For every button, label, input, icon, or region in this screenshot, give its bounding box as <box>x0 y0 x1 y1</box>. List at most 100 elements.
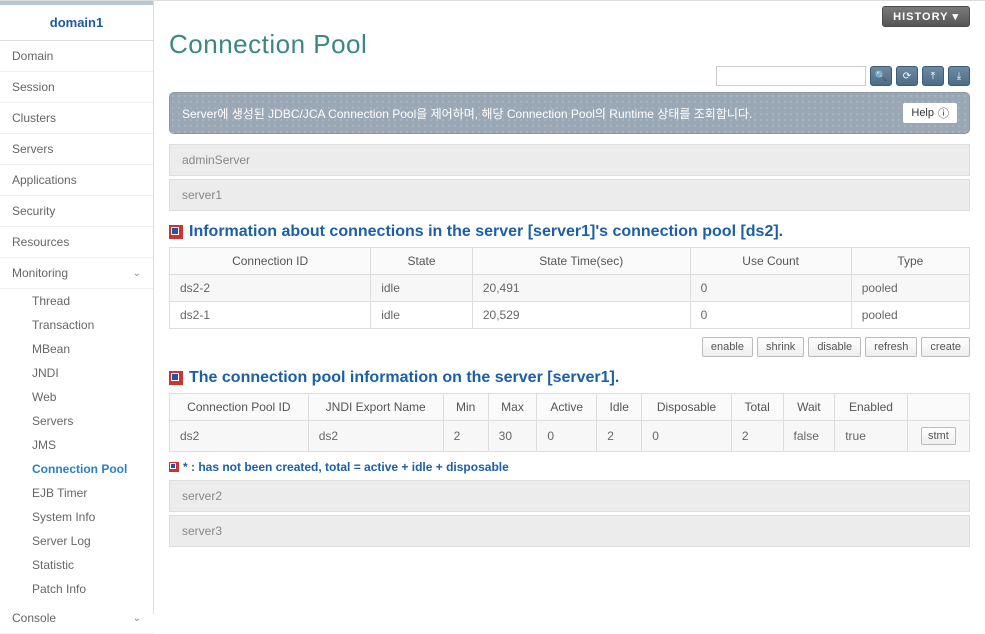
pool-info-table: Connection Pool IDJNDI Export NameMinMax… <box>169 393 970 452</box>
shrink-button[interactable]: shrink <box>757 337 804 357</box>
nav-item-security[interactable]: Security <box>0 196 153 227</box>
cell: 0 <box>537 421 597 452</box>
flag-icon <box>169 225 183 239</box>
nav-sub-ejb-timer[interactable]: EJB Timer <box>24 481 153 505</box>
nav-sub-system-info[interactable]: System Info <box>24 505 153 529</box>
nav-item-resources[interactable]: Resources <box>0 227 153 258</box>
col-header: Use Count <box>690 248 851 275</box>
nav-item-servers[interactable]: Servers <box>0 134 153 165</box>
history-button[interactable]: HISTORY ▾ <box>882 6 970 27</box>
refresh-icon[interactable]: ⟳ <box>896 66 918 86</box>
flag-icon <box>169 462 179 472</box>
col-header: Type <box>851 248 969 275</box>
servers-bottom-list: server2server3 <box>169 480 970 547</box>
nav-sub-statistic[interactable]: Statistic <box>24 553 153 577</box>
cell: 2 <box>443 421 488 452</box>
cell: true <box>835 421 908 452</box>
connections-table: Connection IDStateState Time(sec)Use Cou… <box>169 247 970 329</box>
nav-sub-mbean[interactable]: MBean <box>24 337 153 361</box>
server-row-adminServer[interactable]: adminServer <box>169 144 970 176</box>
section2-title-row: The connection pool information on the s… <box>169 369 970 387</box>
col-header: Connection ID <box>170 248 371 275</box>
col-header: State <box>371 248 473 275</box>
nav-console-label: Console <box>12 611 56 625</box>
nav-sub-server-log[interactable]: Server Log <box>24 529 153 553</box>
nav-monitoring[interactable]: Monitoring ⌄ <box>0 258 153 289</box>
col-header: Active <box>537 394 597 421</box>
refresh-button[interactable]: refresh <box>865 337 917 357</box>
action-row: enableshrinkdisablerefreshcreate <box>169 337 970 357</box>
col-header: Enabled <box>835 394 908 421</box>
table-row[interactable]: ds2-1idle20,5290pooled <box>170 302 970 329</box>
cell: 0 <box>642 421 732 452</box>
nav-item-applications[interactable]: Applications <box>0 165 153 196</box>
nav-sub-connection-pool[interactable]: Connection Pool <box>24 457 153 481</box>
disable-button[interactable]: disable <box>808 337 861 357</box>
note-text: * : has not been created, total = active… <box>183 460 509 474</box>
help-button[interactable]: Help ⓘ <box>903 103 957 123</box>
table-row[interactable]: ds2ds22300202falsetruestmt <box>170 421 970 452</box>
servers-top-list: adminServerserver1 <box>169 144 970 211</box>
search-row: 🔍 ⟳ ⤒ ⤓ <box>169 66 970 86</box>
stmt-button[interactable]: stmt <box>921 427 956 445</box>
description-banner: Server에 생성된 JDBC/JCA Connection Pool을 제어… <box>169 92 970 134</box>
cell: pooled <box>851 275 969 302</box>
enable-button[interactable]: enable <box>702 337 753 357</box>
nav-sub-transaction[interactable]: Transaction <box>24 313 153 337</box>
nav-sub-web[interactable]: Web <box>24 385 153 409</box>
nav-item-clusters[interactable]: Clusters <box>0 103 153 134</box>
save-icon[interactable]: ⤓ <box>948 66 970 86</box>
flag-icon <box>169 371 183 385</box>
cell: ds2-2 <box>170 275 371 302</box>
nav-monitoring-label: Monitoring <box>12 266 68 280</box>
search-icon[interactable]: 🔍 <box>870 66 892 86</box>
main-content: HISTORY ▾ Connection Pool 🔍 ⟳ ⤒ ⤓ Server… <box>154 1 985 614</box>
section1-title-row: Information about connections in the ser… <box>169 223 970 241</box>
nav-sub-servers[interactable]: Servers <box>24 409 153 433</box>
help-icon: ⓘ <box>938 105 949 121</box>
nav-item-session[interactable]: Session <box>0 72 153 103</box>
col-header: Min <box>443 394 488 421</box>
cell: 2 <box>597 421 642 452</box>
col-header: Idle <box>597 394 642 421</box>
server-row-server2[interactable]: server2 <box>169 480 970 512</box>
cell: 0 <box>690 302 851 329</box>
col-header <box>907 394 969 421</box>
sidebar: domain1 DomainSessionClustersServersAppl… <box>0 1 154 614</box>
search-input[interactable] <box>716 66 866 86</box>
description-text: Server에 생성된 JDBC/JCA Connection Pool을 제어… <box>182 105 752 122</box>
cell: 20,529 <box>472 302 690 329</box>
nav-sub-jms[interactable]: JMS <box>24 433 153 457</box>
cell: ds2 <box>170 421 309 452</box>
section1-title: Information about connections in the ser… <box>189 223 783 241</box>
nav-console[interactable]: Console ⌄ <box>0 603 153 634</box>
note-row: * : has not been created, total = active… <box>169 460 970 474</box>
export-icon[interactable]: ⤒ <box>922 66 944 86</box>
domain-header[interactable]: domain1 <box>0 1 153 41</box>
col-header: Wait <box>783 394 835 421</box>
create-button[interactable]: create <box>921 337 970 357</box>
server-row-server1[interactable]: server1 <box>169 179 970 211</box>
col-header: State Time(sec) <box>472 248 690 275</box>
history-label: HISTORY <box>893 11 948 23</box>
nav-main: DomainSessionClustersServersApplications… <box>0 41 153 258</box>
nav-sub-patch-info[interactable]: Patch Info <box>24 577 153 601</box>
cell: 30 <box>488 421 537 452</box>
cell: idle <box>371 302 473 329</box>
chevron-down-icon: ▾ <box>952 10 959 23</box>
nav-monitoring-sub: ThreadTransactionMBeanJNDIWebServersJMSC… <box>0 289 153 601</box>
cell: ds2-1 <box>170 302 371 329</box>
table-row[interactable]: ds2-2idle20,4910pooled <box>170 275 970 302</box>
col-header: Max <box>488 394 537 421</box>
server-row-server3[interactable]: server3 <box>169 515 970 547</box>
col-header: Connection Pool ID <box>170 394 309 421</box>
col-header: Total <box>731 394 783 421</box>
nav-sub-thread[interactable]: Thread <box>24 289 153 313</box>
cell: ds2 <box>308 421 443 452</box>
cell: 20,491 <box>472 275 690 302</box>
cell: idle <box>371 275 473 302</box>
nav-item-domain[interactable]: Domain <box>0 41 153 72</box>
chevron-down-icon: ⌄ <box>133 268 141 279</box>
cell: 0 <box>690 275 851 302</box>
nav-sub-jndi[interactable]: JNDI <box>24 361 153 385</box>
